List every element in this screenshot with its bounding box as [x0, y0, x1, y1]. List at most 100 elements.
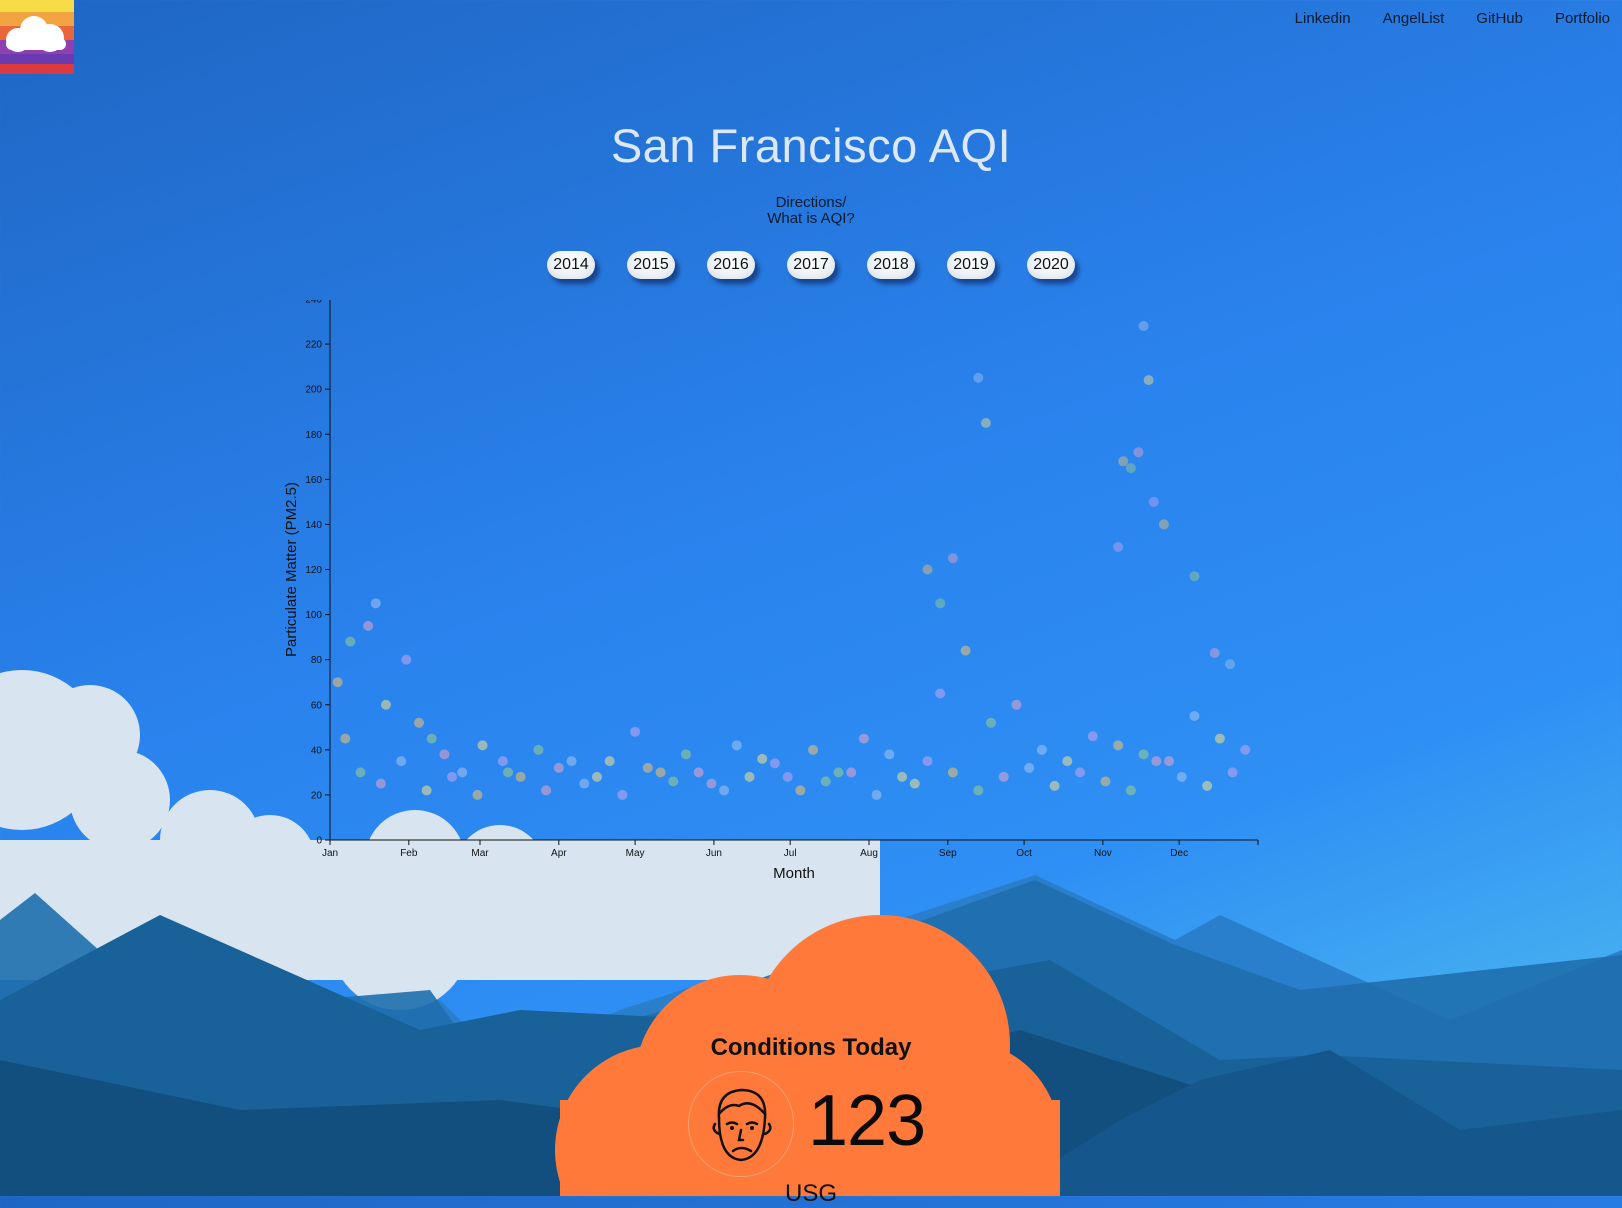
data-point	[1087, 731, 1098, 742]
y-tick-label: 220	[305, 340, 322, 351]
year-button-2015[interactable]: 2015	[627, 251, 675, 279]
x-tick-label: Jan	[322, 848, 338, 859]
data-point	[1164, 756, 1175, 767]
nav-link-angellist[interactable]: AngelList	[1383, 10, 1445, 27]
y-axis-label: Particulate Matter (PM2.5)	[283, 482, 300, 657]
data-point	[731, 740, 742, 751]
data-point	[1062, 756, 1073, 767]
what-is-aqi-label: What is AQI?	[767, 210, 855, 227]
data-point	[1227, 767, 1238, 778]
x-axis-label: Month	[773, 865, 815, 882]
data-point	[706, 778, 717, 789]
data-point	[502, 767, 513, 778]
data-point	[472, 789, 483, 800]
data-point	[820, 776, 831, 787]
x-tick-label: Mar	[471, 848, 489, 859]
data-point	[935, 598, 946, 609]
data-point	[1189, 571, 1200, 582]
data-point	[960, 645, 971, 656]
nav-link-linkedin[interactable]: Linkedin	[1295, 10, 1351, 27]
y-tick-label: 0	[316, 836, 322, 847]
data-point	[884, 749, 895, 760]
y-tick-label: 40	[311, 745, 323, 756]
data-point	[617, 789, 628, 800]
data-point	[909, 778, 920, 789]
data-point	[947, 553, 958, 564]
data-point	[871, 789, 882, 800]
data-point	[553, 762, 564, 773]
data-point	[426, 733, 437, 744]
data-point	[757, 753, 768, 764]
nav-link-portfolio[interactable]: Portfolio	[1555, 10, 1610, 27]
x-tick-label: Apr	[551, 848, 567, 859]
y-tick-label: 160	[305, 475, 322, 486]
data-point	[1133, 447, 1144, 458]
year-button-2019[interactable]: 2019	[947, 251, 995, 279]
aqi-scatter-chart: 0 20 40 60 80 100 120 140 160 180 200 220 240 Jan Feb M…	[283, 300, 1259, 882]
data-point	[1202, 780, 1213, 791]
data-point	[655, 767, 666, 778]
top-nav: Linkedin AngelList GitHub Portfolio	[1263, 10, 1610, 27]
data-point	[370, 598, 381, 609]
data-point	[922, 564, 933, 575]
data-point	[1011, 699, 1022, 710]
year-button-2017[interactable]: 2017	[787, 251, 835, 279]
data-point	[947, 767, 958, 778]
data-point	[719, 785, 730, 796]
data-point	[401, 654, 412, 665]
data-point	[769, 758, 780, 769]
x-tick-label: Sep	[939, 848, 957, 859]
data-point	[1049, 780, 1060, 791]
sad-face-icon	[688, 1071, 794, 1177]
data-point	[1214, 733, 1225, 744]
year-button-2020[interactable]: 2020	[1027, 251, 1075, 279]
data-point	[363, 620, 374, 631]
data-point	[973, 372, 984, 383]
data-point	[668, 776, 679, 787]
x-tick-label: Nov	[1094, 848, 1112, 859]
x-tick-label: May	[626, 848, 645, 859]
data-point	[1125, 463, 1136, 474]
year-button-2016[interactable]: 2016	[707, 251, 755, 279]
data-point	[1024, 762, 1035, 773]
data-point	[858, 733, 869, 744]
data-point	[630, 726, 641, 737]
data-point	[744, 771, 755, 782]
data-point	[833, 767, 844, 778]
y-tick-label: 60	[311, 700, 323, 711]
data-point	[375, 778, 386, 789]
directions-label: Directions/	[775, 194, 847, 211]
data-point	[808, 744, 819, 755]
data-point	[515, 771, 526, 782]
data-point	[541, 785, 552, 796]
data-point	[897, 771, 908, 782]
data-point	[980, 417, 991, 428]
x-tick-label: Oct	[1016, 848, 1032, 859]
data-point	[973, 785, 984, 796]
y-tick-label: 120	[305, 565, 322, 576]
data-point	[1176, 771, 1187, 782]
data-point	[340, 733, 351, 744]
directions-link[interactable]: Directions/ What is AQI?	[0, 195, 1622, 227]
data-point	[1118, 456, 1129, 467]
aqi-category: USG	[784, 1180, 837, 1207]
x-tick-label: Jun	[706, 848, 722, 859]
data-point	[413, 717, 424, 728]
data-point	[782, 771, 793, 782]
data-point	[396, 756, 407, 767]
year-button-2014[interactable]: 2014	[547, 251, 595, 279]
logo[interactable]	[0, 0, 74, 74]
data-point	[922, 756, 933, 767]
year-button-2018[interactable]: 2018	[867, 251, 915, 279]
data-point	[1148, 496, 1159, 507]
conditions-heading: Conditions Today	[710, 1034, 912, 1061]
data-point	[986, 717, 997, 728]
x-tick-label: Jul	[784, 848, 797, 859]
data-point	[533, 744, 544, 755]
data-point	[591, 771, 602, 782]
x-tick-label: Aug	[860, 848, 878, 859]
data-point	[1100, 776, 1111, 787]
nav-link-github[interactable]: GitHub	[1476, 10, 1523, 27]
y-tick-label: 100	[305, 610, 322, 621]
y-tick-label: 140	[305, 520, 322, 531]
